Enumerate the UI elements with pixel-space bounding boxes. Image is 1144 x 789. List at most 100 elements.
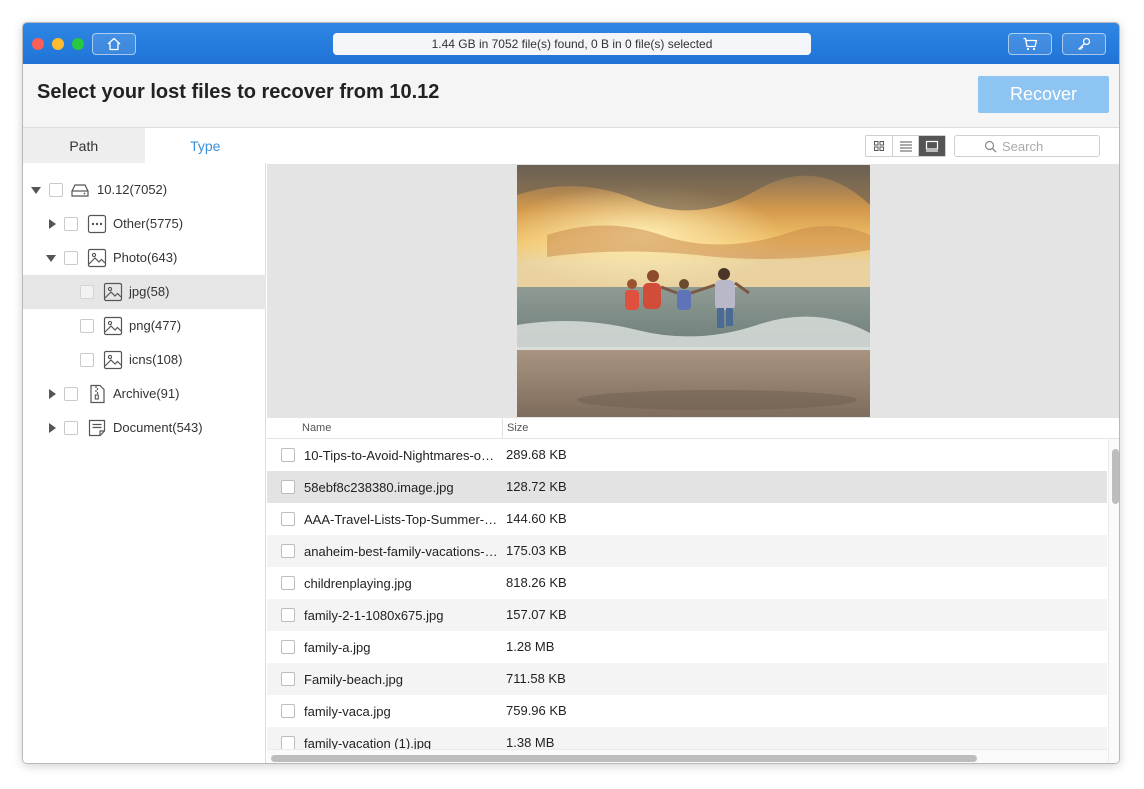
zoom-window-button[interactable] — [72, 38, 84, 50]
file-checkbox[interactable] — [281, 576, 295, 590]
key-icon — [1078, 37, 1091, 50]
list-view-button[interactable] — [893, 136, 920, 156]
tree-item-png[interactable]: png(477) — [23, 309, 266, 343]
file-checkbox[interactable] — [281, 672, 295, 686]
grid-view-icon — [873, 141, 884, 151]
collapse-arrow-icon[interactable] — [46, 255, 56, 262]
register-key-button[interactable] — [1062, 33, 1106, 55]
collapse-arrow-icon[interactable] — [31, 187, 41, 194]
tree-checkbox[interactable] — [80, 285, 94, 299]
file-checkbox[interactable] — [281, 512, 295, 526]
tree-checkbox[interactable] — [64, 251, 78, 265]
file-name: family-vaca.jpg — [304, 704, 391, 719]
image-icon — [87, 248, 107, 268]
document-icon — [88, 419, 106, 437]
column-header-size[interactable]: Size — [507, 422, 528, 434]
beach-family-photo — [517, 165, 870, 417]
file-list-header: Name Size — [267, 417, 1119, 439]
vertical-scrollbar[interactable] — [1108, 439, 1119, 763]
grid-view-button[interactable] — [866, 136, 893, 156]
file-size: 144.60 KB — [506, 511, 567, 526]
tree-item-label: jpg(58) — [129, 284, 170, 299]
column-header-name[interactable]: Name — [302, 422, 331, 434]
cart-button[interactable] — [1008, 33, 1052, 55]
view-toolbar — [267, 128, 1119, 165]
file-checkbox[interactable] — [281, 736, 295, 749]
file-row[interactable]: 58ebf8c238380.image.jpg 128.72 KB — [267, 471, 1107, 503]
photo-preview — [517, 165, 870, 417]
tree-item-icns[interactable]: icns(108) — [23, 343, 266, 377]
file-row[interactable]: Family-beach.jpg 711.58 KB — [267, 663, 1107, 695]
title-bar: 1.44 GB in 7052 file(s) found, 0 B in 0 … — [23, 23, 1119, 64]
file-checkbox[interactable] — [281, 448, 295, 462]
cart-icon — [1023, 37, 1038, 51]
tree-checkbox[interactable] — [49, 183, 63, 197]
tree-item-drive[interactable]: 10.12(7052) — [23, 173, 266, 207]
file-row[interactable]: family-2-1-1080x675.jpg 157.07 KB — [267, 599, 1107, 631]
file-row[interactable]: family-a.jpg 1.28 MB — [267, 631, 1107, 663]
sidebar-tabs: Path Type — [23, 128, 266, 163]
file-row[interactable]: anaheim-best-family-vacations-2017.jpg 1… — [267, 535, 1107, 567]
file-checkbox[interactable] — [281, 640, 295, 654]
file-row[interactable]: AAA-Travel-Lists-Top-Summer-Family-Vacat… — [267, 503, 1107, 535]
file-checkbox[interactable] — [281, 544, 295, 558]
file-list: 10-Tips-to-Avoid-Nightmares-on-Family-Va… — [267, 439, 1107, 749]
file-name: 58ebf8c238380.image.jpg — [304, 480, 454, 495]
tree-item-archive[interactable]: Archive(91) — [23, 377, 266, 411]
close-window-button[interactable] — [32, 38, 44, 50]
file-size: 711.58 KB — [506, 671, 566, 686]
tree-checkbox[interactable] — [80, 319, 94, 333]
minimize-window-button[interactable] — [52, 38, 64, 50]
file-name: AAA-Travel-Lists-Top-Summer-Family-Vacat… — [304, 512, 500, 527]
file-checkbox[interactable] — [281, 480, 295, 494]
preview-view-icon — [926, 140, 939, 152]
tree-item-label: Document(543) — [113, 420, 203, 435]
search-input[interactable] — [1002, 138, 1070, 154]
tree-checkbox[interactable] — [64, 421, 78, 435]
column-divider[interactable] — [502, 418, 503, 439]
file-size: 157.07 KB — [506, 607, 567, 622]
file-row[interactable]: 10-Tips-to-Avoid-Nightmares-on-Family-Va… — [267, 439, 1107, 471]
file-checkbox[interactable] — [281, 608, 295, 622]
expand-arrow-icon[interactable] — [49, 389, 56, 399]
home-button[interactable] — [92, 33, 136, 55]
file-size: 759.96 KB — [506, 703, 567, 718]
tree-item-other[interactable]: Other(5775) — [23, 207, 266, 241]
app-window: 1.44 GB in 7052 file(s) found, 0 B in 0 … — [22, 22, 1120, 764]
file-name: family-vacation (1).jpg — [304, 736, 432, 749]
file-name: Family-beach.jpg — [304, 672, 403, 687]
file-row[interactable]: family-vaca.jpg 759.96 KB — [267, 695, 1107, 727]
more-icon — [87, 214, 107, 234]
tree-item-label: icns(108) — [129, 352, 183, 367]
horizontal-scroll-thumb[interactable] — [271, 755, 977, 762]
recover-button[interactable]: Recover — [978, 76, 1109, 113]
tree-checkbox[interactable] — [64, 217, 78, 231]
drive-icon — [71, 184, 89, 197]
file-checkbox[interactable] — [281, 704, 295, 718]
file-size: 289.68 KB — [506, 447, 567, 462]
file-row[interactable]: childrenplaying.jpg 818.26 KB — [267, 567, 1107, 599]
expand-arrow-icon[interactable] — [49, 219, 56, 229]
tab-type[interactable]: Type — [144, 128, 266, 163]
tree-item-label: png(477) — [129, 318, 182, 333]
vertical-scroll-thumb[interactable] — [1112, 449, 1119, 504]
sidebar: Path Type 10.12(7052) Other(5775) Photo(… — [23, 128, 266, 763]
image-icon — [103, 282, 123, 302]
tree-item-photo[interactable]: Photo(643) — [23, 241, 266, 275]
file-row[interactable]: family-vacation (1).jpg 1.38 MB — [267, 727, 1107, 749]
preview-view-button[interactable] — [919, 136, 946, 156]
tab-path[interactable]: Path — [23, 128, 145, 163]
expand-arrow-icon[interactable] — [49, 423, 56, 433]
home-icon — [107, 37, 121, 51]
tree-checkbox[interactable] — [80, 353, 94, 367]
tree-checkbox[interactable] — [64, 387, 78, 401]
search-box[interactable] — [954, 135, 1100, 157]
tree-item-label: Photo(643) — [113, 250, 178, 265]
page-header: Select your lost files to recover from 1… — [23, 64, 1119, 128]
search-icon — [984, 140, 997, 152]
tree-item-jpg[interactable]: jpg(58) — [23, 275, 266, 309]
file-name: family-2-1-1080x675.jpg — [304, 608, 444, 623]
tree-item-document[interactable]: Document(543) — [23, 411, 266, 445]
horizontal-scrollbar[interactable] — [267, 749, 1108, 763]
image-icon — [103, 316, 123, 336]
